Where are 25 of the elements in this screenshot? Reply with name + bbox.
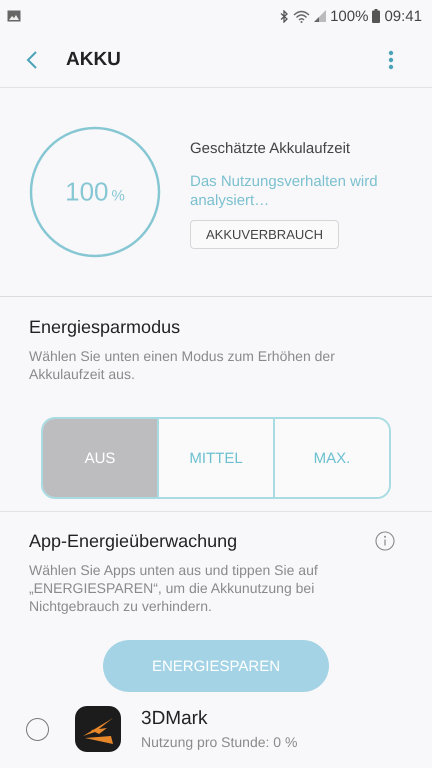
wifi-icon bbox=[293, 10, 310, 22]
mode-option[interactable]: MAX. bbox=[273, 419, 389, 497]
clock: 09:41 bbox=[384, 8, 422, 24]
signal-icon bbox=[314, 10, 326, 22]
back-icon bbox=[26, 50, 38, 70]
app-icon bbox=[75, 706, 121, 752]
section-description: Wählen Sie Apps unten aus und tippen Sie auf „ENERGIESPAREN“, um die Akkunutzung bei Nichtgebrauch zu verhindern. bbox=[29, 561, 319, 615]
more-icon bbox=[388, 50, 394, 70]
info-icon[interactable] bbox=[375, 531, 395, 551]
bluetooth-icon bbox=[280, 10, 290, 22]
section-title: App-Energieüberwachung bbox=[29, 531, 238, 552]
mode-option[interactable]: AUS bbox=[43, 419, 157, 497]
battery-percentage: 100% bbox=[65, 176, 125, 208]
section-description: Wählen Sie unten einen Modus zum Erhöhen der Akkulaufzeit aus. bbox=[29, 347, 336, 383]
app-usage: Nutzung pro Stunde: 0 % bbox=[141, 734, 298, 750]
page-title: AKKU bbox=[66, 48, 121, 70]
estimate-label: Geschätzte Akkulaufzeit bbox=[190, 140, 350, 156]
image-icon bbox=[7, 10, 21, 22]
app-checkbox[interactable] bbox=[26, 718, 49, 740]
battery-percent: 100% bbox=[330, 8, 368, 24]
battery-icon bbox=[372, 9, 380, 23]
app-name: 3DMark bbox=[141, 708, 209, 730]
section-title: Energiesparmodus bbox=[29, 317, 182, 338]
battery-usage-button[interactable]: AKKUVERBRAUCH bbox=[190, 220, 340, 248]
analysis-status: Das Nutzungsverhalten wird analysiert… bbox=[190, 172, 379, 210]
